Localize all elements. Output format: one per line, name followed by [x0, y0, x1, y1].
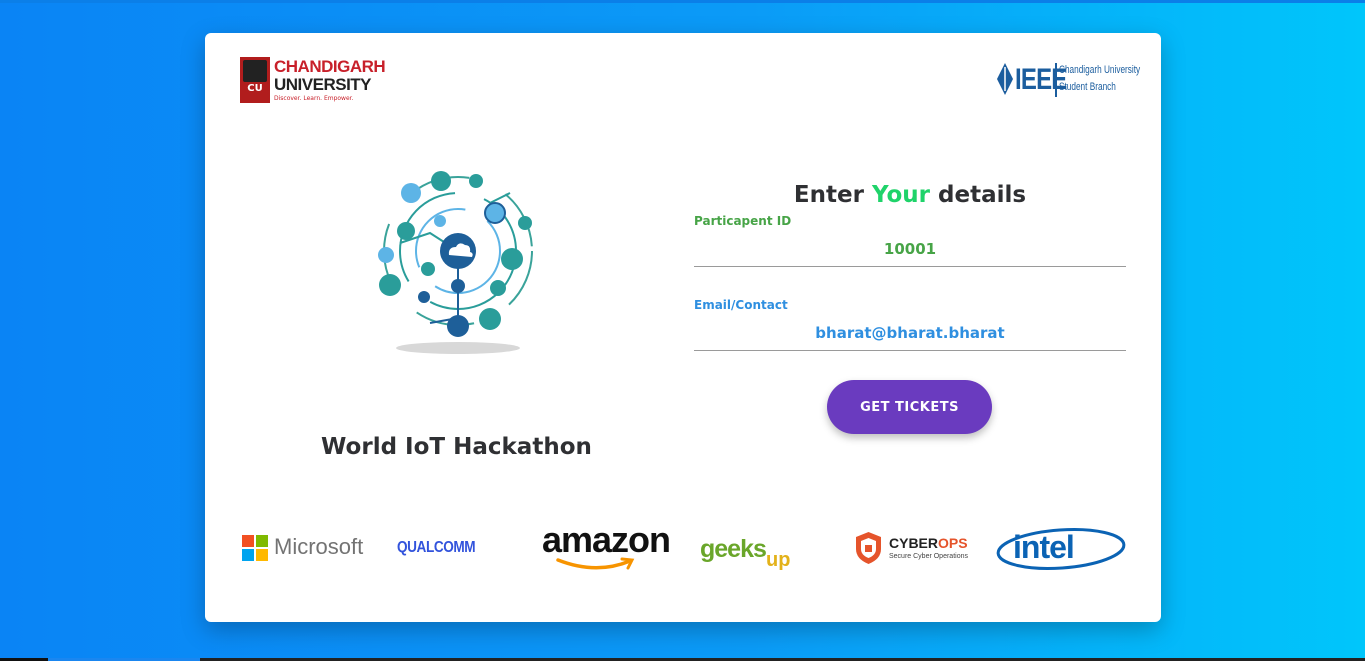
amazon-logo: amazon [542, 519, 674, 573]
intel-logo: intel [995, 523, 1127, 573]
cyberops-accent: OPS [938, 535, 968, 551]
ticket-card: CU CHANDIGARH UNIVERSITY Discover. Learn… [205, 33, 1161, 622]
form-title-start: Enter [793, 182, 872, 208]
microsoft-square-green [256, 535, 268, 547]
form-title: Enter Your details [694, 182, 1126, 208]
ieee-divider [1055, 63, 1057, 97]
top-edge [0, 0, 1365, 3]
cyberops-main: CYBER [889, 535, 939, 551]
university-name-line1: CHANDIGARH [274, 57, 386, 76]
cyberops-logo: CYBEROPS Secure Cyber Operations [855, 523, 970, 573]
email-contact-input[interactable] [694, 316, 1126, 351]
form-title-end: details [930, 182, 1027, 208]
microsoft-logo: Microsoft [242, 523, 367, 573]
cyberops-tagline: Secure Cyber Operations [889, 553, 968, 560]
geeksup-logo: geeks up [700, 523, 815, 573]
email-contact-label: Email/Contact [694, 298, 788, 312]
microsoft-square-red [242, 535, 254, 547]
ieee-sub-line1: Chandigarh University [1059, 64, 1141, 76]
amazon-smile-icon [556, 557, 635, 570]
geeksup-wordmark-2: up [766, 549, 791, 571]
microsoft-wordmark: Microsoft [274, 534, 364, 559]
ieee-student-branch-logo: IEEE Chandigarh University Student Branc… [997, 59, 1140, 101]
get-tickets-button[interactable]: GET TICKETS [827, 380, 992, 434]
cyberops-wordmark: CYBEROPS [889, 535, 968, 551]
university-name-line2: UNIVERSITY [274, 75, 372, 94]
intel-wordmark: intel [1013, 529, 1075, 565]
cyberops-shield-icon [856, 532, 881, 564]
hackathon-title: World IoT Hackathon [321, 434, 592, 460]
microsoft-square-blue [242, 549, 254, 561]
ieee-sub-line2: Student Branch [1059, 81, 1116, 93]
participant-id-label: Particapent ID [694, 214, 792, 228]
university-emblem-icon: CU [240, 57, 270, 103]
ieee-diamond-icon [997, 63, 1013, 95]
emblem-seal [243, 60, 267, 82]
iot-cloud-network-icon [378, 171, 533, 354]
participant-id-input[interactable] [694, 232, 1126, 267]
qualcomm-logo: QUALCOMM [397, 523, 517, 573]
amazon-wordmark: amazon [542, 519, 671, 560]
university-tagline: Discover. Learn. Empower. [274, 95, 354, 102]
form-title-accent: Your [871, 182, 931, 208]
qualcomm-wordmark: QUALCOMM [397, 539, 476, 556]
geeksup-wordmark-1: geeks [700, 535, 767, 563]
chandigarh-university-logo: CU CHANDIGARH UNIVERSITY Discover. Learn… [240, 57, 386, 105]
emblem-text: CU [247, 83, 263, 94]
microsoft-square-yellow [256, 549, 268, 561]
